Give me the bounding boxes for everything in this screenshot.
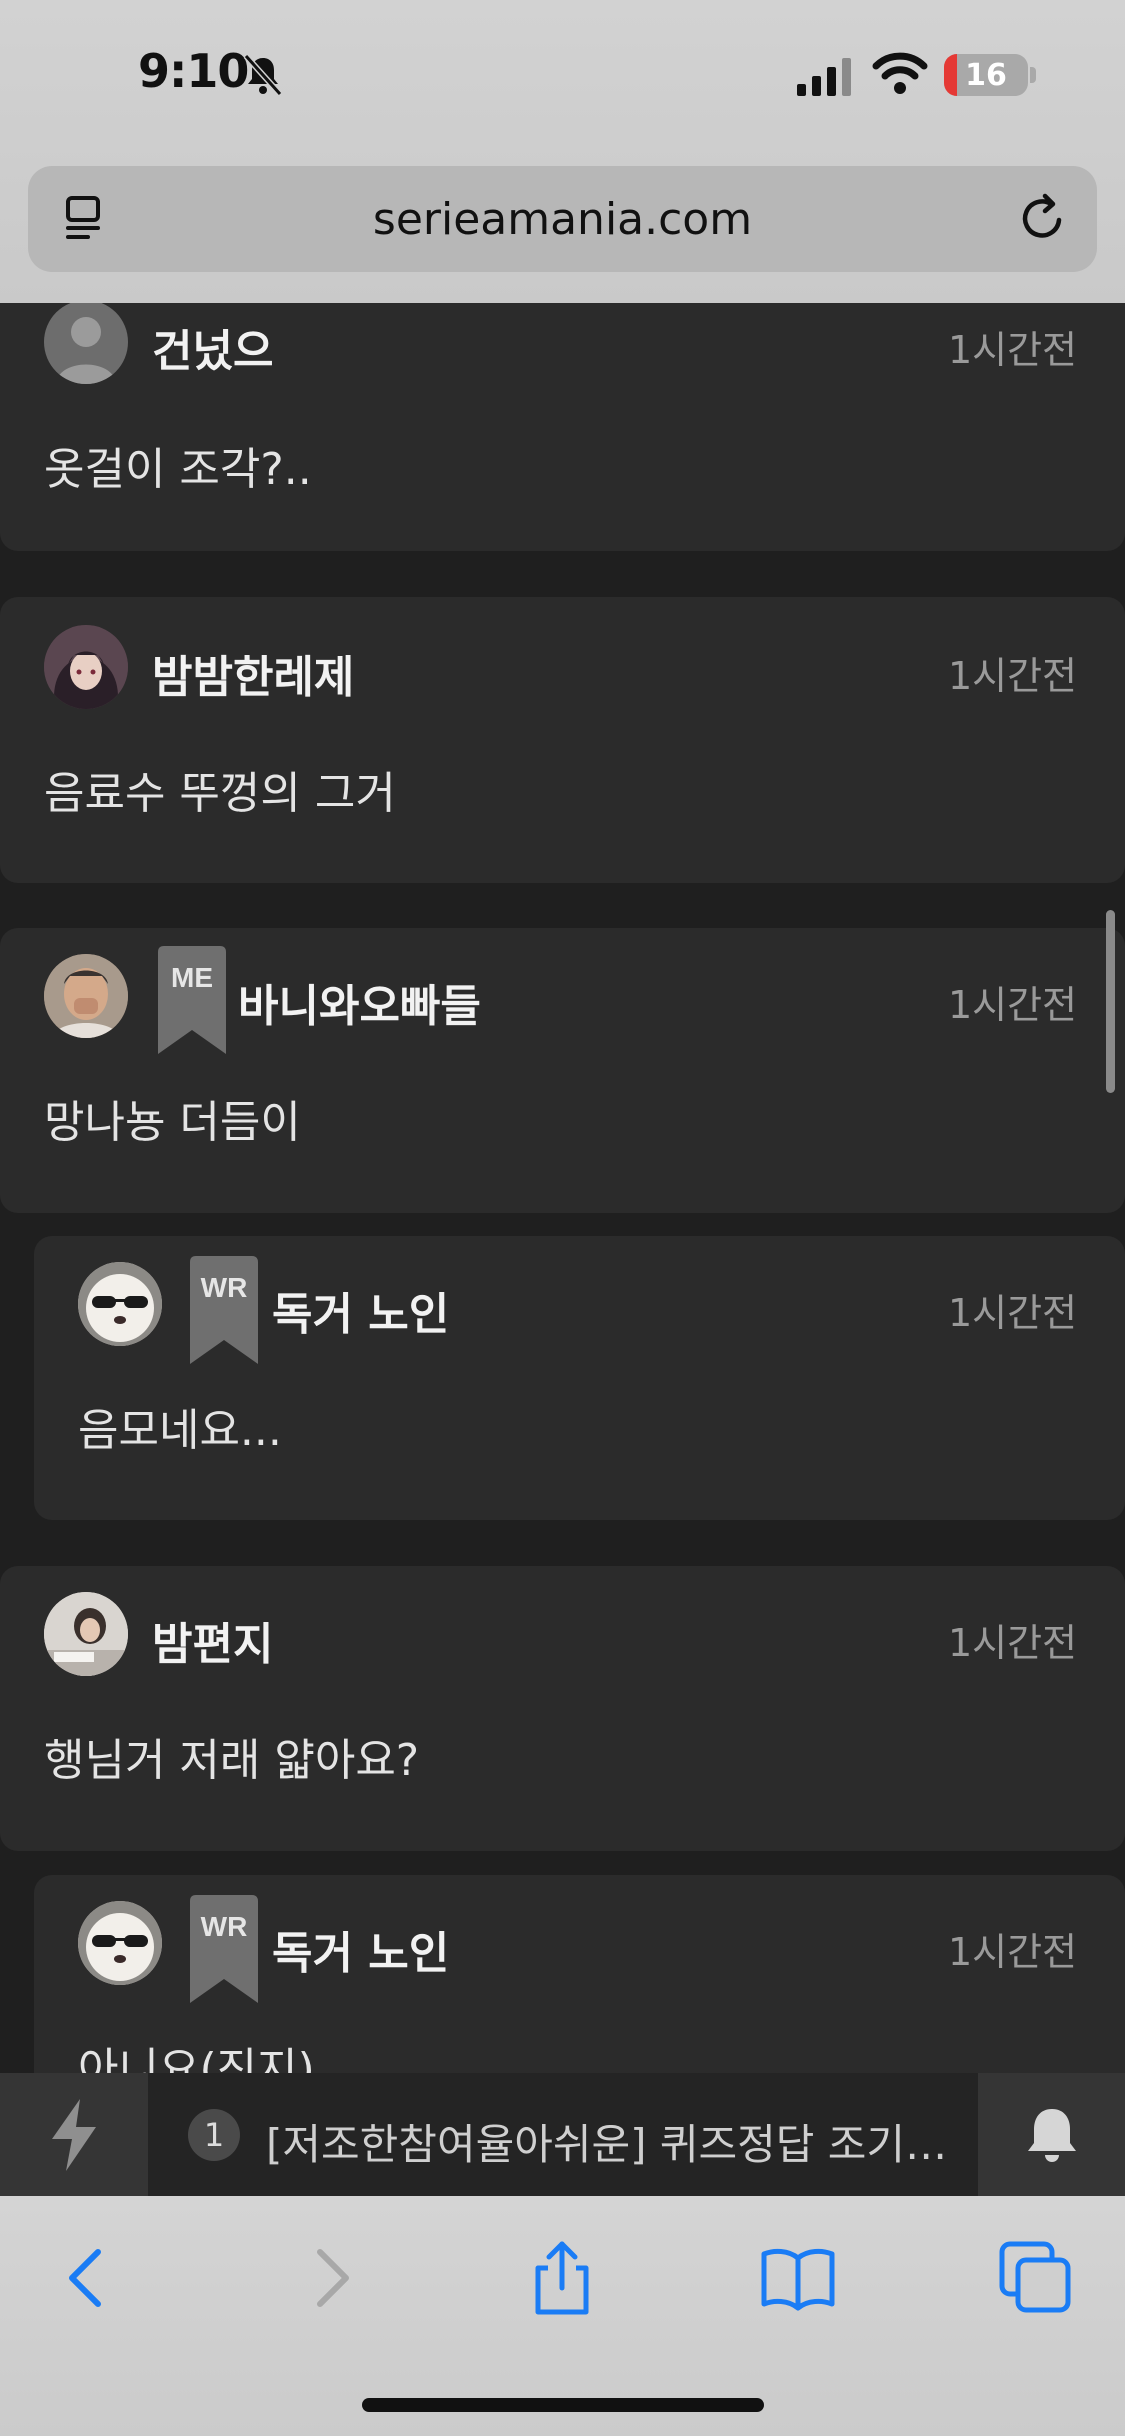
- comment-time: 1시간전: [947, 1621, 1077, 1665]
- comment-author[interactable]: 독거 노인: [272, 1917, 449, 1981]
- battery-level: 16: [965, 57, 1007, 93]
- comment-text: 망나뇽 더듬이: [44, 1097, 301, 1148]
- comment-text: 옷걸이 조각?..: [44, 444, 312, 495]
- comment-author[interactable]: 건넜으: [152, 315, 273, 379]
- comment-card: ME 바니와오빠들 1시간전 망나뇽 더듬이: [0, 928, 1125, 1213]
- comment-author[interactable]: 밤밤한레제: [152, 641, 354, 705]
- comment-card: 밤밤한레제 1시간전 음료수 뚜껑의 그거: [0, 597, 1125, 883]
- comment-time: 1시간전: [947, 654, 1077, 698]
- comment-text: 음료수 뚜껑의 그거: [44, 768, 396, 819]
- notice-text[interactable]: [저조한참여율아쉬운] 퀴즈정답 조기…: [266, 2111, 956, 2172]
- reply-card: WR 독거 노인 1시간전 아니요(진지): [34, 1875, 1125, 2073]
- notifications-button[interactable]: [978, 2073, 1125, 2196]
- bell-icon: [1027, 2108, 1076, 2162]
- share-icon[interactable]: [522, 2238, 602, 2318]
- home-indicator[interactable]: [362, 2398, 764, 2412]
- comment-time: 1시간전: [947, 983, 1077, 1027]
- avatar[interactable]: [44, 303, 128, 384]
- comment-author[interactable]: 밤편지: [152, 1608, 273, 1672]
- comment-text: 행님거 저래 얇아요?: [44, 1735, 420, 1786]
- comment-author[interactable]: 바니와오빠들: [238, 970, 481, 1034]
- scrollbar-thumb[interactable]: [1106, 910, 1115, 1093]
- reload-icon[interactable]: [1015, 190, 1071, 246]
- comment-card: 건넜으 1시간전 옷걸이 조각?..: [0, 303, 1125, 551]
- badge-label: WR: [200, 1911, 248, 1942]
- comment-text: 음모네요...: [78, 1405, 282, 1456]
- address-bar[interactable]: serieamania.com: [28, 166, 1097, 272]
- wifi-icon: [872, 52, 928, 94]
- tabs-icon[interactable]: [996, 2238, 1076, 2318]
- badge-label: WR: [200, 1272, 248, 1303]
- comment-text: 아니요(진지): [78, 2044, 315, 2073]
- silent-mode-icon: [243, 53, 283, 97]
- back-icon[interactable]: [48, 2238, 128, 2318]
- reply-card: WR 독거 노인 1시간전 음모네요...: [34, 1236, 1125, 1520]
- browser-top-bar: 9:10 16 serieamania.com: [0, 0, 1125, 303]
- badge-label: ME: [171, 962, 213, 993]
- url-text[interactable]: serieamania.com: [28, 194, 1097, 245]
- notice-item[interactable]: 1 [저조한참여율아쉬운] 퀴즈정답 조기…: [148, 2073, 978, 2196]
- writer-badge: WR: [184, 1895, 264, 2005]
- avatar[interactable]: [78, 1901, 162, 1985]
- cellular-signal-icon: [797, 58, 851, 96]
- notice-bar: 1 [저조한참여율아쉬운] 퀴즈정답 조기…: [0, 2073, 1125, 2196]
- lightning-icon: [52, 2098, 96, 2171]
- comment-time: 1시간전: [947, 328, 1077, 372]
- forward-icon[interactable]: [290, 2238, 370, 2318]
- comment-time: 1시간전: [947, 1291, 1077, 1335]
- avatar[interactable]: [44, 625, 128, 709]
- comment-list: 건넜으 1시간전 옷걸이 조각?.. 밤밤한레제 1시간전 음료수 뚜껑의 그거: [0, 303, 1125, 2073]
- comment-card: 밤편지 1시간전 행님거 저래 얇아요?: [0, 1566, 1125, 1851]
- comment-time: 1시간전: [947, 1930, 1077, 1974]
- status-time: 9:10: [138, 44, 249, 98]
- battery-tip: [1030, 67, 1036, 83]
- me-badge: ME: [152, 946, 232, 1056]
- comment-author[interactable]: 독거 노인: [272, 1278, 449, 1342]
- avatar[interactable]: [78, 1262, 162, 1346]
- bookmarks-icon[interactable]: [758, 2238, 838, 2318]
- avatar[interactable]: [44, 954, 128, 1038]
- avatar[interactable]: [44, 1592, 128, 1676]
- notice-count: 1: [188, 2109, 240, 2161]
- writer-badge: WR: [184, 1256, 264, 1366]
- battery-indicator: 16: [944, 54, 1028, 96]
- quick-menu-button[interactable]: [0, 2073, 148, 2196]
